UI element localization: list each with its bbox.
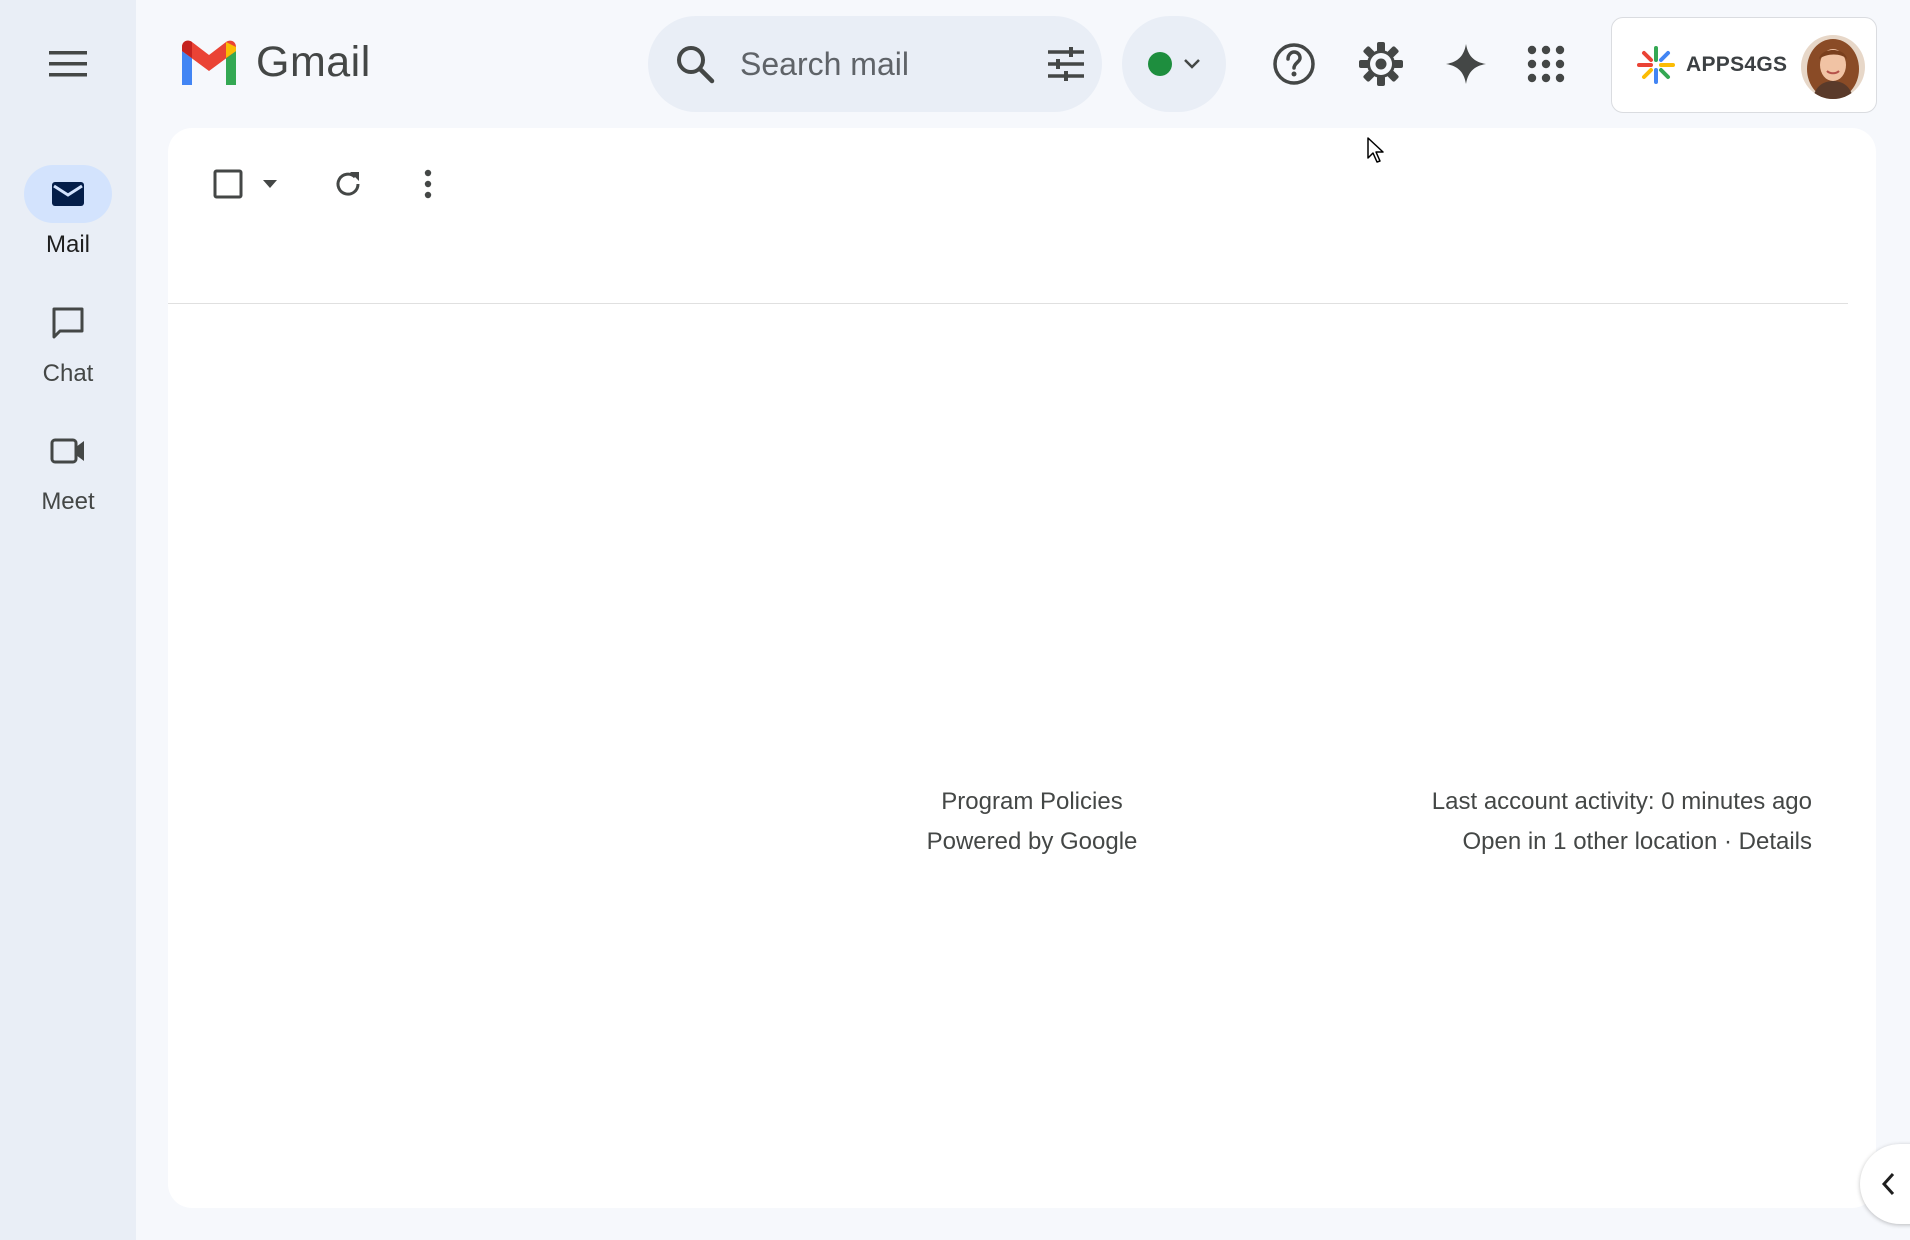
refresh-button[interactable]	[316, 152, 380, 216]
refresh-icon	[336, 172, 360, 196]
search-icon	[677, 46, 715, 84]
chat-icon	[52, 307, 84, 339]
search-button[interactable]	[674, 43, 716, 85]
gear-icon	[1359, 42, 1403, 86]
sparkle-icon	[1446, 44, 1486, 84]
program-policies-link[interactable]: Program Policies	[888, 782, 1176, 822]
search-input[interactable]	[738, 44, 1012, 84]
gemini-button[interactable]	[1434, 32, 1498, 96]
more-vertical-icon	[424, 169, 432, 199]
rail-item-mail[interactable]: Mail	[0, 165, 136, 259]
status-button[interactable]	[1122, 16, 1226, 112]
mail-toolbar	[168, 128, 1848, 304]
rail-item-meet[interactable]: Meet	[0, 422, 136, 516]
rail-item-mail-label: Mail	[45, 231, 90, 258]
nav-rail: Mail Chat Meet	[0, 0, 136, 1240]
rail-item-meet-pill	[24, 422, 112, 480]
search-bar	[648, 16, 1102, 112]
separator-dot: ·	[1723, 828, 1732, 855]
other-locations-line: Open in 1 other location · Details	[1432, 822, 1812, 862]
chevron-left-icon	[1881, 1172, 1895, 1196]
main-menu-button[interactable]	[38, 40, 98, 88]
rail-item-chat-label: Chat	[42, 360, 94, 387]
mouse-cursor-icon	[1367, 137, 1384, 163]
hamburger-menu-icon	[49, 51, 87, 77]
status-dot-icon	[1148, 52, 1172, 76]
gmail-wordmark: Gmail	[256, 38, 371, 86]
chevron-down-icon	[1184, 59, 1200, 69]
powered-by-text: Powered by Google	[926, 828, 1138, 855]
rail-item-meet-label: Meet	[41, 488, 95, 515]
help-icon	[1273, 43, 1315, 85]
main-content-panel: Program Policies Powered by Google Last …	[168, 128, 1876, 1208]
gmail-logo-icon	[182, 40, 236, 85]
open-locations-text: Open in 1 other location	[1462, 828, 1718, 855]
apps4gs-logo-icon	[1637, 46, 1675, 84]
google-apps-button[interactable]	[1514, 32, 1578, 96]
settings-button[interactable]	[1349, 32, 1413, 96]
last-activity-text: Last account activity: 0 minutes ago	[1431, 788, 1812, 815]
rail-item-mail-pill	[24, 165, 112, 223]
help-button[interactable]	[1262, 32, 1326, 96]
user-avatar[interactable]	[1801, 35, 1865, 99]
footer-links: Program Policies Powered by Google	[888, 782, 1176, 862]
account-activity: Last account activity: 0 minutes ago Ope…	[1432, 782, 1812, 862]
apps-grid-icon	[1527, 45, 1565, 83]
caret-down-icon	[263, 180, 277, 188]
checkbox-icon	[213, 169, 243, 199]
meet-icon	[50, 438, 84, 464]
profile-photo-icon	[1801, 35, 1865, 99]
rail-item-chat-pill	[24, 294, 112, 352]
tune-icon	[1048, 47, 1084, 81]
select-all-checkbox[interactable]	[204, 160, 252, 208]
rail-item-chat[interactable]: Chat	[0, 294, 136, 388]
gmail-logo-link[interactable]: Gmail	[178, 38, 371, 87]
mail-icon	[52, 182, 84, 206]
search-options-button[interactable]	[1046, 47, 1086, 81]
account-org-name: APPS4GS	[1686, 53, 1788, 76]
select-options-dropdown[interactable]	[252, 160, 288, 208]
details-link[interactable]: Details	[1739, 828, 1812, 855]
more-options-button[interactable]	[396, 152, 460, 216]
